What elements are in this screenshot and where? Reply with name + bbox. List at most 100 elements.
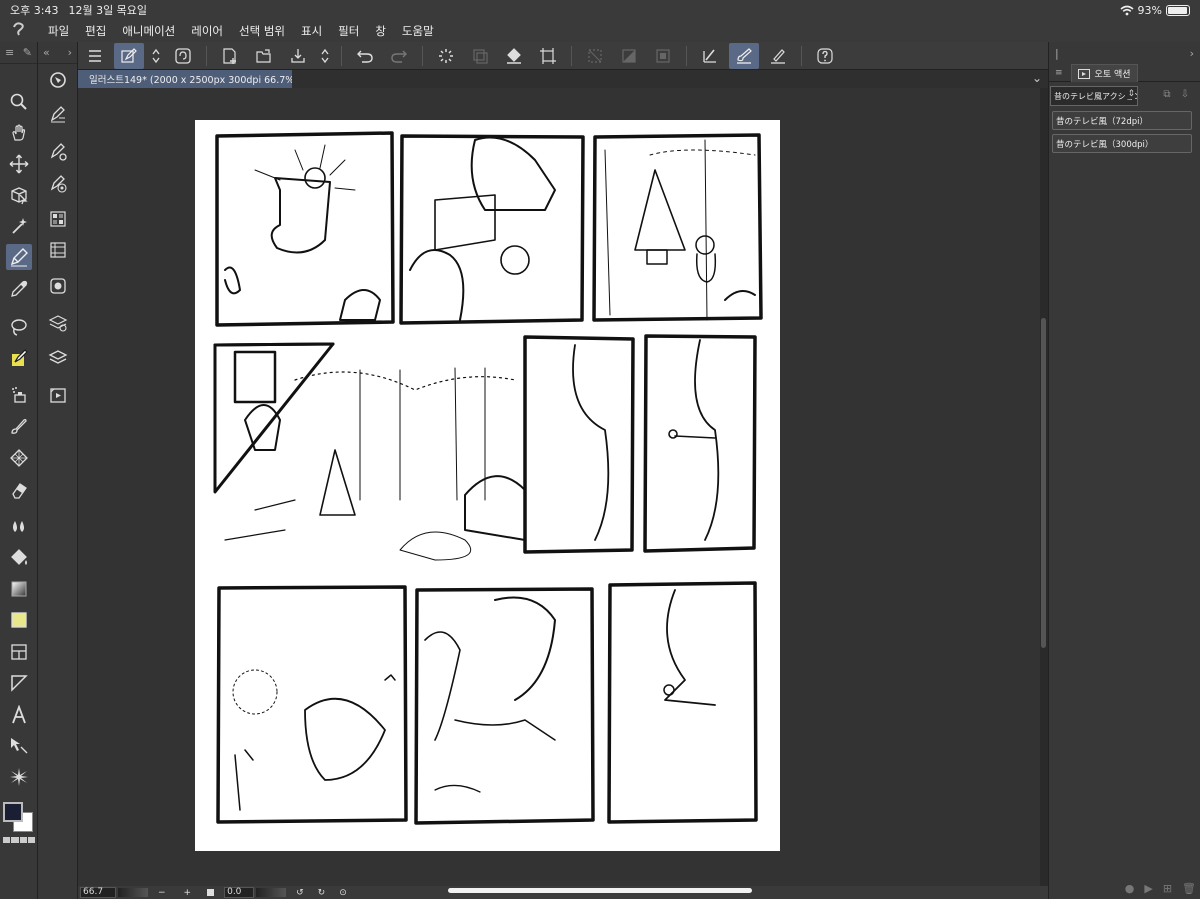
operation-tool-icon[interactable] bbox=[6, 733, 32, 759]
up-down-arrows-icon[interactable] bbox=[148, 43, 164, 69]
text-tool-icon[interactable] bbox=[6, 702, 32, 728]
figure-tool-icon[interactable] bbox=[6, 607, 32, 633]
zoom-tool-icon[interactable] bbox=[6, 89, 32, 115]
eyedropper-icon[interactable] bbox=[6, 276, 32, 302]
zoom-value[interactable]: 66.7 bbox=[80, 887, 116, 898]
sub-tool-icon[interactable] bbox=[45, 102, 71, 128]
lasso-tool-icon[interactable] bbox=[6, 314, 32, 340]
auto-action-item[interactable]: 昔のテレビ風（300dpi） bbox=[1052, 134, 1192, 153]
rotate-right-icon[interactable]: ↻ bbox=[318, 888, 326, 898]
menu-item[interactable]: 애니메이션 bbox=[114, 24, 183, 38]
color-set-palette-icon[interactable] bbox=[45, 206, 71, 232]
eraser-tool-icon[interactable] bbox=[6, 477, 32, 503]
menu-item[interactable]: 파일 bbox=[40, 24, 77, 38]
zoom-in-button[interactable]: + bbox=[184, 888, 192, 898]
menu-item[interactable]: 도움말 bbox=[394, 24, 442, 38]
zoom-slider[interactable] bbox=[118, 888, 148, 897]
move-tool-icon[interactable] bbox=[6, 151, 32, 177]
pen-tool-icon[interactable] bbox=[6, 244, 32, 270]
document-title: 일러스트149* (2000 x 2500px 300dpi 66.7%) bbox=[89, 75, 292, 86]
foreground-color-swatch[interactable] bbox=[3, 802, 23, 822]
rotation-slider[interactable] bbox=[256, 888, 287, 897]
duplicate-action-icon: ⧉ bbox=[1163, 88, 1171, 100]
palette-menu-icon[interactable]: ≡ bbox=[5, 46, 14, 59]
magic-wand-icon[interactable] bbox=[6, 213, 32, 239]
gradient-tool-icon[interactable] bbox=[6, 576, 32, 602]
auto-action-icon[interactable] bbox=[45, 382, 71, 408]
fit-canvas-icon[interactable] bbox=[207, 889, 215, 896]
app-logo-icon[interactable] bbox=[0, 21, 40, 41]
status-date: 12월 3일 목요일 bbox=[68, 4, 148, 17]
main-menu-icon[interactable] bbox=[80, 43, 110, 69]
timeline-icon[interactable] bbox=[45, 237, 71, 263]
fill-command-icon[interactable] bbox=[499, 43, 529, 69]
panel-menu-icon[interactable]: ≡ bbox=[1055, 68, 1063, 78]
expand-right-icon[interactable]: › bbox=[68, 46, 72, 59]
hand-tool-icon[interactable] bbox=[6, 120, 32, 146]
reset-rotation-icon[interactable]: ⊙ bbox=[339, 888, 347, 898]
delete-icon[interactable]: 🗑 bbox=[1182, 882, 1196, 895]
brush-tool-icon[interactable] bbox=[6, 413, 32, 439]
auto-action-item[interactable]: 昔のテレビ風（72dpi） bbox=[1052, 111, 1192, 130]
ruler-snap-icon[interactable] bbox=[695, 43, 725, 69]
loading-spinner-icon[interactable] bbox=[431, 43, 461, 69]
undo-icon[interactable] bbox=[350, 43, 380, 69]
menu-item[interactable]: 필터 bbox=[330, 24, 367, 38]
home-indicator[interactable] bbox=[448, 888, 752, 893]
layer-icon[interactable] bbox=[45, 345, 71, 371]
frame-border-icon[interactable] bbox=[6, 639, 32, 665]
document-tab[interactable]: 일러스트149* (2000 x 2500px 300dpi 66.7%) bbox=[78, 70, 292, 88]
manga-page-canvas[interactable] bbox=[195, 120, 780, 851]
blend-tool-icon[interactable] bbox=[6, 514, 32, 540]
selection-pen-icon[interactable] bbox=[6, 345, 32, 371]
effect-line-icon[interactable] bbox=[6, 764, 32, 790]
object-tool-icon[interactable] bbox=[6, 182, 32, 208]
sub-palette: «› bbox=[38, 42, 78, 899]
ruler-tool-icon[interactable] bbox=[6, 670, 32, 696]
fill-tool-icon[interactable] bbox=[6, 545, 32, 571]
rotation-value[interactable]: 0.0 bbox=[224, 887, 255, 898]
color-set-icon[interactable] bbox=[3, 837, 35, 843]
airbrush-icon[interactable] bbox=[6, 382, 32, 408]
scrollbar-thumb[interactable] bbox=[1041, 318, 1046, 648]
menu-item[interactable]: 레이어 bbox=[183, 24, 231, 38]
save-options-arrows-icon[interactable] bbox=[317, 43, 333, 69]
panel-chevron-right-icon[interactable]: › bbox=[1190, 47, 1194, 60]
action-set-name: 昔のテレビ風アクション bbox=[1054, 91, 1138, 101]
action-set-dropdown[interactable]: 昔のテレビ風アクション ⇕ bbox=[1050, 86, 1138, 106]
canvas-area[interactable] bbox=[78, 88, 1040, 886]
collapse-panel-icon[interactable]: | bbox=[1055, 47, 1059, 60]
edit-mode-icon[interactable] bbox=[114, 42, 144, 69]
reference-icon[interactable] bbox=[168, 43, 198, 69]
rotate-left-icon[interactable]: ↺ bbox=[296, 888, 304, 898]
tool-palette: ≡ ✎ bbox=[0, 42, 38, 899]
redo-icon[interactable] bbox=[384, 43, 414, 69]
brush-size-icon[interactable] bbox=[45, 171, 71, 197]
help-icon[interactable] bbox=[810, 43, 840, 69]
layer-property-icon[interactable] bbox=[45, 310, 71, 336]
save-icon[interactable] bbox=[283, 43, 313, 69]
zoom-out-button[interactable]: − bbox=[158, 888, 166, 898]
decoration-tool-icon[interactable] bbox=[6, 445, 32, 471]
menu-item[interactable]: 창 bbox=[367, 24, 394, 38]
add-action-icon[interactable]: ⊞ bbox=[1163, 882, 1172, 895]
open-file-icon[interactable] bbox=[249, 43, 279, 69]
auto-action-panel: | › ≡ 오토 액션 昔のテレビ風アクション ⇕ ⧉ ⇩ 昔のテレビ風（72dp… bbox=[1048, 42, 1200, 899]
play-icon[interactable]: ▶ bbox=[1144, 882, 1152, 895]
crop-icon[interactable] bbox=[533, 43, 563, 69]
tool-property-icon[interactable] bbox=[45, 139, 71, 165]
vertical-scrollbar[interactable] bbox=[1040, 88, 1048, 886]
material-icon[interactable] bbox=[45, 273, 71, 299]
grid-snap-icon[interactable] bbox=[763, 43, 793, 69]
new-canvas-icon[interactable] bbox=[215, 43, 245, 69]
auto-action-tab[interactable]: 오토 액션 bbox=[1070, 63, 1138, 82]
chevron-down-icon[interactable]: ⌄ bbox=[1032, 71, 1042, 85]
menu-item[interactable]: 선택 범위 bbox=[231, 24, 293, 38]
navigator-icon[interactable] bbox=[45, 67, 71, 93]
menu-item[interactable]: 편집 bbox=[77, 24, 114, 38]
special-ruler-snap-icon[interactable] bbox=[729, 42, 759, 69]
import-action-icon[interactable]: ⇩ bbox=[1176, 85, 1194, 103]
collapse-left-icon[interactable]: « bbox=[43, 46, 50, 59]
menu-item[interactable]: 표시 bbox=[293, 24, 330, 38]
auto-action-tab-label: 오토 액션 bbox=[1094, 69, 1131, 80]
